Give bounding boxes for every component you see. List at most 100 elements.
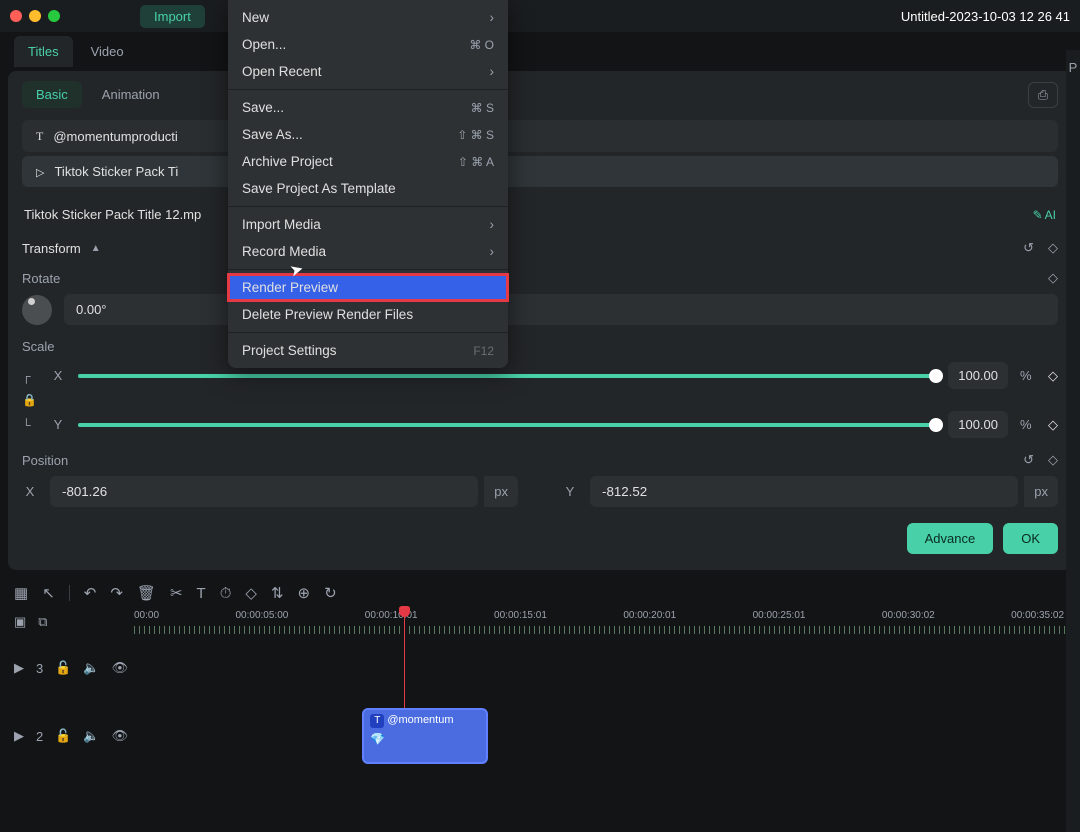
menu-item-render-preview[interactable]: Render Preview: [228, 274, 508, 301]
ruler-tick: 00:00:35:02: [1011, 610, 1064, 621]
scale-prop: Scale ┌ X 100.00 % 🔒 └ Y 100.00 %: [22, 339, 1058, 438]
right-panel-edge[interactable]: P: [1066, 50, 1080, 832]
list-item[interactable]: @momentumproducti: [22, 120, 1058, 152]
menu-item-delete-preview-render-files[interactable]: Delete Preview Render Files: [228, 301, 508, 328]
keyframe-icon[interactable]: [1048, 452, 1058, 468]
menu-item-save-as-[interactable]: Save As...⇧ ⌘ S: [228, 121, 508, 148]
track-number: 2: [36, 729, 43, 744]
track-type-icon[interactable]: ▶: [14, 728, 24, 744]
stack-icon[interactable]: ▣: [14, 614, 26, 630]
text-icon: T: [370, 714, 384, 728]
ai-button[interactable]: AI: [1033, 208, 1056, 222]
import-button[interactable]: Import: [140, 5, 205, 28]
keyframe-icon[interactable]: [1048, 417, 1058, 433]
scale-x-slider[interactable]: [78, 374, 936, 378]
menu-item-archive-project[interactable]: Archive Project⇧ ⌘ A: [228, 148, 508, 175]
file-menu: New›Open...⌘ OOpen Recent›Save...⌘ SSave…: [228, 0, 508, 368]
scale-label: Scale: [22, 339, 55, 354]
axis-x-label: X: [22, 484, 38, 499]
unit-label: %: [1020, 417, 1036, 432]
transform-header[interactable]: Transform ▲: [22, 232, 1058, 264]
menu-item-project-settings[interactable]: Project SettingsF12: [228, 337, 508, 364]
menu-item-open-recent[interactable]: Open Recent›: [228, 58, 508, 85]
ruler-tick: 00:00: [134, 610, 159, 621]
position-label: Position: [22, 453, 68, 468]
cut-icon[interactable]: ✂: [170, 584, 183, 602]
tab-animation[interactable]: Animation: [88, 81, 174, 108]
sub-tabs: Basic Animation ⎙: [22, 81, 1058, 108]
link-icon[interactable]: ⧉: [38, 614, 47, 630]
menu-item-save-[interactable]: Save...⌘ S: [228, 94, 508, 121]
scale-y-slider[interactable]: [78, 423, 936, 427]
visibility-icon[interactable]: 👁: [112, 728, 129, 744]
filename-row: Tiktok Sticker Pack Title 12.mp AI: [22, 201, 1058, 232]
minimize-icon[interactable]: [29, 10, 41, 22]
track-row: ▶ 3 🔓 🔈 👁: [0, 634, 1080, 702]
position-prop: Position X px Y px: [22, 452, 1058, 507]
redo-icon[interactable]: ↷: [110, 584, 123, 602]
menu-item-save-project-as-template[interactable]: Save Project As Template: [228, 175, 508, 202]
filename-text: Tiktok Sticker Pack Title 12.mp: [24, 207, 201, 222]
keyframe-icon[interactable]: [1048, 240, 1058, 256]
diamond-icon[interactable]: ◇: [245, 584, 257, 602]
loop-icon[interactable]: ↻: [324, 584, 337, 602]
rotate-prop: Rotate 0.00°: [22, 270, 1058, 325]
globe-icon[interactable]: ⊕: [298, 584, 311, 602]
button-row: Advance OK: [22, 523, 1058, 554]
visibility-icon[interactable]: 👁: [112, 660, 129, 676]
keyframe-icon[interactable]: [1048, 368, 1058, 384]
pointer-icon[interactable]: ↖: [42, 584, 55, 602]
advance-button[interactable]: Advance: [907, 523, 994, 554]
mute-icon[interactable]: 🔈: [83, 660, 99, 676]
keyframe-icon[interactable]: [1048, 270, 1058, 286]
link-top-icon: ┌: [22, 369, 38, 383]
tab-titles[interactable]: Titles: [14, 36, 73, 67]
rotate-knob[interactable]: [22, 295, 52, 325]
text-tool-icon[interactable]: T: [197, 585, 206, 602]
link-lock-icon[interactable]: 🔒: [22, 393, 38, 407]
time-ruler[interactable]: 00:00 00:00:05:00 00:00:10:01 00:00:15:0…: [134, 610, 1066, 634]
undo-icon[interactable]: ↶: [84, 584, 97, 602]
ok-button[interactable]: OK: [1003, 523, 1058, 554]
lock-icon[interactable]: 🔓: [55, 728, 71, 744]
menu-item-new[interactable]: New›: [228, 4, 508, 31]
tab-video[interactable]: Video: [77, 36, 138, 67]
section-title: Transform: [22, 241, 81, 256]
track-number: 3: [36, 661, 43, 676]
scale-y-value[interactable]: 100.00: [948, 411, 1008, 438]
tab-basic[interactable]: Basic: [22, 81, 82, 108]
play-icon: [36, 164, 44, 179]
unit-label: px: [1024, 476, 1058, 507]
menu-item-import-media[interactable]: Import Media›: [228, 211, 508, 238]
close-icon[interactable]: [10, 10, 22, 22]
reset-icon[interactable]: [1023, 452, 1034, 468]
timeline-clip[interactable]: T@momentum 💎: [362, 708, 488, 764]
reset-icon[interactable]: [1023, 240, 1034, 256]
maximize-icon[interactable]: [48, 10, 60, 22]
ruler-tick: 00:00:05:00: [235, 610, 288, 621]
axis-y-label: Y: [562, 484, 578, 499]
menu-item-open-[interactable]: Open...⌘ O: [228, 31, 508, 58]
position-x-input[interactable]: [50, 476, 478, 507]
rotate-value[interactable]: 0.00°: [64, 294, 1058, 325]
apps-icon[interactable]: ▦: [14, 584, 28, 602]
text-icon: [36, 128, 43, 144]
unit-label: %: [1020, 368, 1036, 383]
list-item[interactable]: Tiktok Sticker Pack Ti: [22, 156, 1058, 187]
save-preset-icon[interactable]: ⎙: [1028, 82, 1058, 108]
position-y-input[interactable]: [590, 476, 1018, 507]
mute-icon[interactable]: 🔈: [83, 728, 99, 744]
timer-icon[interactable]: ⏱: [220, 585, 232, 602]
track-type-icon[interactable]: ▶: [14, 660, 24, 676]
rotate-label: Rotate: [22, 271, 60, 286]
window-controls[interactable]: [10, 10, 60, 22]
document-title: Untitled-2023-10-03 12 26 41: [901, 9, 1070, 24]
lock-icon[interactable]: 🔓: [55, 660, 71, 676]
timeline: ▦ ↖ ↶ ↷ 🗑 ✂ T ⏱ ◇ ⇅ ⊕ ↻ ▣ ⧉ 00:00 00:00:…: [0, 576, 1080, 770]
clip-label: @momentum: [387, 714, 453, 726]
menu-item-record-media[interactable]: Record Media›: [228, 238, 508, 265]
delete-icon[interactable]: 🗑: [137, 584, 156, 602]
adjust-icon[interactable]: ⇅: [271, 584, 284, 602]
scale-x-value[interactable]: 100.00: [948, 362, 1008, 389]
ruler-tick: 00:00:20:01: [623, 610, 676, 621]
